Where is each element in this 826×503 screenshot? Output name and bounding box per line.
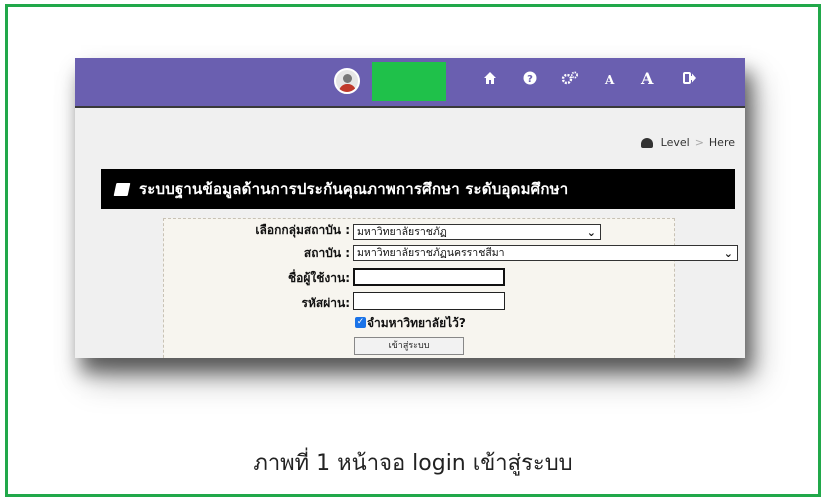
redacted-username <box>372 62 446 101</box>
breadcrumb-separator: > <box>694 136 704 149</box>
font-decrease-icon[interactable]: A <box>605 71 614 89</box>
institution-selected-value: มหาวิทยาลัยราชภัฏนครราชสีมา <box>357 247 505 259</box>
chevron-down-icon: ⌄ <box>586 226 596 239</box>
password-input[interactable] <box>353 292 505 310</box>
top-navigation-bar: ? A A <box>75 58 745 108</box>
breadcrumb-level[interactable]: Level <box>661 136 690 149</box>
system-title-bar: ระบบฐานข้อมูลด้านการประกันคุณภาพการศึกษา… <box>101 169 735 209</box>
settings-icon[interactable] <box>561 71 579 89</box>
dashboard-icon <box>640 137 653 148</box>
figure-frame: ? A A Level > Here ระบบฐานข้อมูลด้านการป… <box>5 4 821 497</box>
institution-select[interactable]: มหาวิทยาลัยราชภัฏนครราชสีมา ⌄ <box>353 245 738 261</box>
help-icon[interactable]: ? <box>523 71 537 89</box>
breadcrumb: Level > Here <box>640 136 735 149</box>
svg-text:?: ? <box>527 74 533 85</box>
remember-checkbox[interactable]: ✓ <box>355 317 366 328</box>
login-button[interactable]: เข้าสู่ระบบ <box>354 337 464 355</box>
home-icon[interactable] <box>483 71 497 89</box>
avatar-head <box>343 74 352 83</box>
breadcrumb-here: Here <box>708 136 735 149</box>
logout-icon[interactable] <box>683 71 697 89</box>
remember-label: จำมหาวิทยาลัยไว้? <box>367 316 466 330</box>
username-input[interactable] <box>353 268 505 286</box>
group-label: เลือกกลุ่มสถาบัน : <box>255 223 350 237</box>
group-selected-value: มหาวิทยาลัยราชภัฏ <box>357 226 447 238</box>
user-avatar[interactable] <box>334 68 360 94</box>
font-increase-icon[interactable]: A <box>641 70 653 88</box>
institution-label: สถาบัน : <box>303 246 350 260</box>
page-title: ระบบฐานข้อมูลด้านการประกันคุณภาพการศึกษา… <box>139 180 569 198</box>
figure-caption: ภาพที่ 1 หน้าจอ login เข้าสู่ระบบ <box>253 451 573 476</box>
username-label: ชื่อผู้ใช้งาน: <box>288 271 350 285</box>
institution-group-select[interactable]: มหาวิทยาลัยราชภัฏ ⌄ <box>353 224 601 240</box>
book-icon <box>113 182 131 196</box>
login-screenshot: ? A A Level > Here ระบบฐานข้อมูลด้านการป… <box>75 58 745 358</box>
login-form: เลือกกลุ่มสถาบัน : มหาวิทยาลัยราชภัฏ ⌄ ส… <box>163 218 738 358</box>
password-label: รหัสผ่าน: <box>301 296 350 310</box>
avatar-body <box>339 84 356 92</box>
chevron-down-icon: ⌄ <box>723 247 733 260</box>
